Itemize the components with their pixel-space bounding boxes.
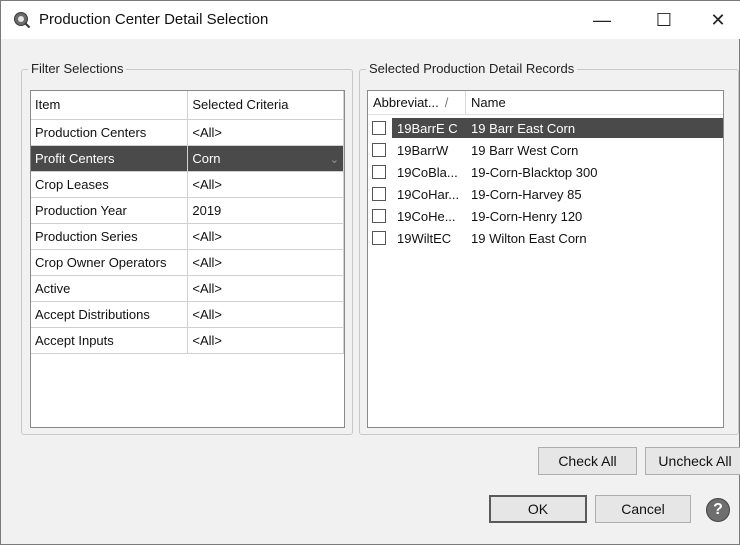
record-text: 19CoHe... 19-Corn-Henry 120 — [392, 206, 723, 226]
record-row[interactable]: 19BarrW 19 Barr West Corn — [368, 139, 723, 161]
record-name: 19 Barr East Corn — [471, 120, 576, 136]
record-row[interactable]: 19CoBla... 19-Corn-Blacktop 300 — [368, 161, 723, 183]
records-list[interactable]: Abbreviat... / Name 19BarrE C 19 Barr Eas… — [367, 90, 724, 428]
filter-selections-label: Filter Selections — [28, 61, 127, 76]
filter-criteria[interactable]: <All> — [187, 327, 344, 354]
filter-criteria[interactable]: <All> — [187, 275, 344, 302]
filter-selections-group: Filter Selections Item Selected Criteria… — [21, 61, 353, 435]
criteria-column-header[interactable]: Selected Criteria — [187, 91, 344, 120]
check-all-button[interactable]: Check All — [538, 447, 637, 475]
cancel-button[interactable]: Cancel — [595, 495, 691, 523]
filter-item: Production Centers — [31, 119, 189, 146]
records-group-label: Selected Production Detail Records — [366, 61, 578, 76]
filter-row-production-series[interactable]: Production Series <All> — [31, 223, 344, 250]
title-bar[interactable]: Production Center Detail Selection — ☐ ✕ — [1, 1, 740, 39]
app-icon — [13, 11, 31, 29]
filter-header-row: Item Selected Criteria — [31, 91, 344, 120]
close-button[interactable]: ✕ — [695, 1, 740, 39]
record-row[interactable]: 19WiltEC 19 Wilton East Corn — [368, 227, 723, 249]
record-name: 19-Corn-Blacktop 300 — [471, 164, 598, 180]
help-icon[interactable]: ? — [706, 498, 730, 522]
filter-item: Active — [31, 275, 189, 302]
minimize-button[interactable]: — — [579, 1, 625, 39]
name-column-header[interactable]: Name — [466, 91, 506, 114]
filter-item: Crop Leases — [31, 171, 189, 198]
filter-item: Accept Distributions — [31, 301, 189, 328]
record-row[interactable]: 19BarrE C 19 Barr East Corn — [368, 117, 723, 139]
filter-row-profit-centers[interactable]: Profit Centers Corn ⌄ — [31, 145, 344, 172]
record-name: 19-Corn-Henry 120 — [471, 208, 583, 224]
filter-criteria[interactable]: <All> — [187, 171, 344, 198]
record-text: 19CoBla... 19-Corn-Blacktop 300 — [392, 162, 723, 182]
record-abbreviation: 19WiltEC — [397, 230, 452, 246]
filter-criteria[interactable]: <All> — [187, 223, 344, 250]
uncheck-all-button[interactable]: Uncheck All — [645, 447, 740, 475]
filter-criteria[interactable]: 2019 — [187, 197, 344, 224]
filter-item: Production Year — [31, 197, 189, 224]
chevron-down-icon[interactable]: ⌄ — [330, 153, 339, 166]
record-checkbox[interactable] — [372, 165, 386, 179]
record-abbreviation: 19CoHe... — [397, 208, 456, 224]
record-name: 19-Corn-Harvey 85 — [471, 186, 582, 202]
record-checkbox[interactable] — [372, 143, 386, 157]
record-checkbox[interactable] — [372, 231, 386, 245]
records-group: Selected Production Detail Records Abbre… — [359, 61, 739, 435]
filter-row-crop-leases[interactable]: Crop Leases <All> — [31, 171, 344, 198]
record-abbreviation: 19CoBla... — [397, 164, 458, 180]
record-checkbox[interactable] — [372, 121, 386, 135]
window-title: Production Center Detail Selection — [39, 11, 269, 28]
record-text: 19BarrE C 19 Barr East Corn — [392, 118, 723, 138]
record-text: 19CoHar... 19-Corn-Harvey 85 — [392, 184, 723, 204]
record-text: 19WiltEC 19 Wilton East Corn — [392, 228, 723, 248]
filter-item: Profit Centers — [31, 145, 189, 172]
filter-item: Production Series — [31, 223, 189, 250]
record-abbreviation: 19BarrW — [397, 142, 449, 158]
item-column-header[interactable]: Item — [31, 91, 189, 120]
abbreviation-column-header[interactable]: Abbreviat... / — [368, 91, 466, 114]
filter-row-accept-inputs[interactable]: Accept Inputs <All> — [31, 327, 344, 354]
record-row[interactable]: 19CoHe... 19-Corn-Henry 120 — [368, 205, 723, 227]
filter-row-production-centers[interactable]: Production Centers <All> — [31, 119, 344, 146]
abbreviation-header-label: Abbreviat... — [373, 95, 439, 110]
dialog-window: Production Center Detail Selection — ☐ ✕… — [0, 0, 740, 545]
filter-row-accept-distributions[interactable]: Accept Distributions <All> — [31, 301, 344, 328]
filter-criteria-value: Corn — [192, 150, 221, 166]
record-text: 19BarrW 19 Barr West Corn — [392, 140, 723, 160]
filter-grid[interactable]: Item Selected Criteria Production Center… — [30, 90, 345, 428]
sort-icon: / — [444, 95, 449, 110]
filter-criteria[interactable]: <All> — [187, 249, 344, 276]
filter-item: Crop Owner Operators — [31, 249, 189, 276]
ok-button[interactable]: OK — [489, 495, 587, 523]
record-checkbox[interactable] — [372, 209, 386, 223]
record-name: 19 Wilton East Corn — [471, 230, 587, 246]
record-abbreviation: 19BarrE C — [397, 120, 458, 136]
record-abbreviation: 19CoHar... — [397, 186, 460, 202]
filter-row-active[interactable]: Active <All> — [31, 275, 344, 302]
filter-criteria-dropdown[interactable]: Corn ⌄ — [187, 145, 344, 172]
records-header-row: Abbreviat... / Name — [368, 91, 723, 115]
filter-item: Accept Inputs — [31, 327, 189, 354]
record-name: 19 Barr West Corn — [471, 142, 579, 158]
filter-row-crop-owner-operators[interactable]: Crop Owner Operators <All> — [31, 249, 344, 276]
maximize-button[interactable]: ☐ — [641, 1, 687, 39]
filter-criteria[interactable]: <All> — [187, 301, 344, 328]
record-checkbox[interactable] — [372, 187, 386, 201]
filter-row-production-year[interactable]: Production Year 2019 — [31, 197, 344, 224]
record-row[interactable]: 19CoHar... 19-Corn-Harvey 85 — [368, 183, 723, 205]
filter-criteria[interactable]: <All> — [187, 119, 344, 146]
